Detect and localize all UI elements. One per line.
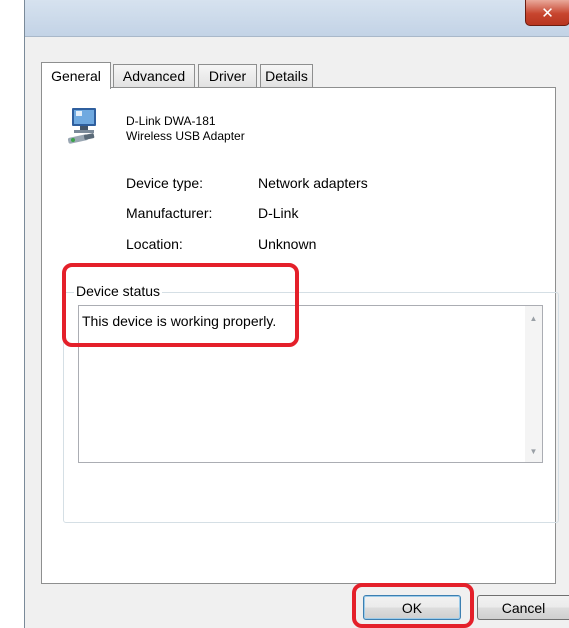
network-adapter-icon bbox=[66, 106, 102, 146]
manufacturer-label: Manufacturer: bbox=[126, 205, 213, 221]
ok-button[interactable]: OK bbox=[363, 595, 461, 620]
status-scrollbar[interactable]: ▲ ▼ bbox=[525, 306, 542, 462]
device-status-text: This device is working properly. bbox=[82, 313, 277, 329]
location-label: Location: bbox=[126, 236, 183, 252]
device-status-legend: Device status bbox=[74, 283, 163, 299]
tab-general[interactable]: General bbox=[41, 62, 111, 89]
device-properties-window: ✕ General Advanced Driver Details D-Link… bbox=[24, 0, 569, 628]
device-status-textbox[interactable]: This device is working properly. ▲ ▼ bbox=[78, 305, 543, 463]
close-icon: ✕ bbox=[541, 4, 554, 22]
scroll-up-icon[interactable]: ▲ bbox=[525, 310, 542, 327]
title-bar[interactable]: ✕ bbox=[25, 0, 569, 37]
tab-driver[interactable]: Driver bbox=[198, 64, 257, 87]
close-button[interactable]: ✕ bbox=[525, 0, 569, 26]
manufacturer-value: D-Link bbox=[258, 205, 299, 221]
tab-details[interactable]: Details bbox=[260, 64, 313, 87]
device-model: D-Link DWA-181 bbox=[126, 114, 216, 128]
cancel-button[interactable]: Cancel bbox=[477, 595, 569, 620]
device-name: D-Link DWA-181 Wireless USB Adapter bbox=[126, 114, 245, 144]
tab-advanced[interactable]: Advanced bbox=[113, 64, 195, 87]
device-type-value: Network adapters bbox=[258, 175, 368, 191]
location-value: Unknown bbox=[258, 236, 317, 252]
device-description: Wireless USB Adapter bbox=[126, 129, 245, 143]
device-type-label: Device type: bbox=[126, 175, 204, 191]
scroll-down-icon[interactable]: ▼ bbox=[525, 443, 542, 460]
